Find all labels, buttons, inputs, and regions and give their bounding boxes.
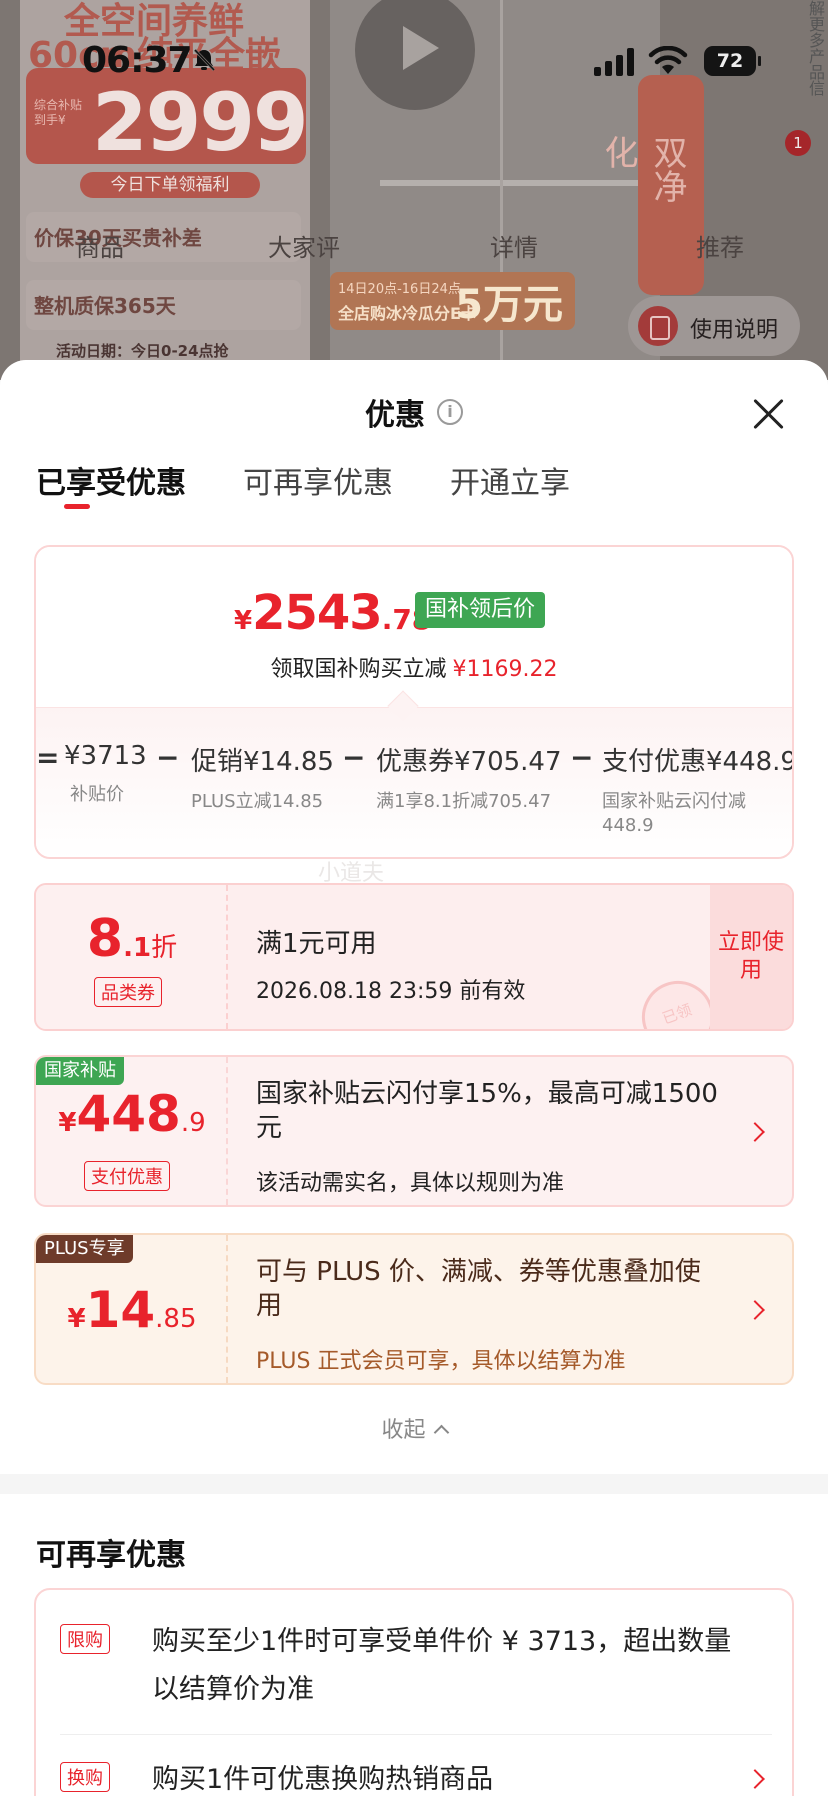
discount-dec: .1 xyxy=(123,933,152,963)
chevron-right-icon xyxy=(745,1300,765,1320)
collapse-label: 收起 xyxy=(381,1418,426,1443)
trade-in-text: 购买1件可优惠换购热销商品 xyxy=(152,1764,494,1795)
payment-discount-card[interactable]: 国家补贴 ¥448.9 支付优惠 国家补贴云闪付享15%，最高可减1500元 该… xyxy=(34,1055,794,1207)
final-price-int: 2543 xyxy=(252,585,383,641)
promo-banner: 14日20点-16日24点 全店购冰冷瓜分E卡 5万元 xyxy=(330,272,575,330)
sheet-title-text: 优惠 xyxy=(365,398,425,433)
final-price: ¥2543.78 xyxy=(234,585,431,641)
status-bar: 06:37 72 xyxy=(0,0,828,120)
product-tab-goods[interactable]: 商品 xyxy=(76,228,124,263)
amount-int: 448 xyxy=(76,1085,181,1143)
formula-item-coupon: 优惠券¥705.47 满1享8.1折减705.47 xyxy=(376,741,562,814)
tab-activate[interactable]: 开通立享 xyxy=(450,458,570,502)
coupon-condition: 满1元可用 xyxy=(256,929,377,959)
amount-int: 14 xyxy=(85,1281,156,1339)
status-time: 06:37 xyxy=(82,40,193,81)
amount-dec: .85 xyxy=(155,1304,197,1334)
formula-minus: − xyxy=(156,741,180,774)
plus-discount-card[interactable]: PLUS专享 ¥14.85 可与 PLUS 价、满减、券等优惠叠加使用 PLUS… xyxy=(34,1233,794,1385)
sheet-title: 优惠 i xyxy=(0,390,828,434)
formula-minus: − xyxy=(342,741,366,774)
coupon-expiry: 2026.08.18 23:59 前有效 xyxy=(256,979,526,1004)
section-divider xyxy=(0,1474,828,1494)
formula-equals: = xyxy=(36,741,60,774)
battery-icon: 72 xyxy=(704,46,761,76)
collapse-button[interactable]: 收起 xyxy=(0,1412,828,1444)
amount-currency: ¥ xyxy=(67,1304,86,1334)
formula-sub: 国家补贴云闪付减 448.9 xyxy=(602,791,746,836)
formula-main: 优惠券¥705.47 xyxy=(376,747,562,777)
chevron-up-icon xyxy=(433,1424,449,1441)
reduce-line: 领取国补购买立减 ¥1169.22 xyxy=(36,651,792,683)
gov-subsidy-tag: 国家补贴 xyxy=(36,1057,124,1085)
formula-main: ¥3713 xyxy=(64,741,147,771)
payment-description: 国家补贴云闪付享15%，最高可减1500元 xyxy=(256,1079,718,1143)
discount-sheet: 优惠 i 已享受优惠 可再享优惠 开通立享 ¥2543.78 国补领后价 领取国补… xyxy=(0,360,828,1796)
limit-purchase-tag: 限购 xyxy=(60,1624,110,1654)
amount-currency: ¥ xyxy=(58,1108,77,1138)
formula-item-promo: 促销¥14.85 PLUS立减14.85 xyxy=(191,741,334,814)
mute-bell-icon xyxy=(193,48,215,72)
formula-sub: PLUS立减14.85 xyxy=(191,791,324,812)
banner-big: 5万元 xyxy=(455,282,563,328)
formula-main: 促销¥14.85 xyxy=(191,747,334,777)
reduce-amount: ¥1169.22 xyxy=(452,657,558,682)
payment-note: 该活动需实名，具体以规则为准 xyxy=(256,1171,565,1196)
close-icon[interactable] xyxy=(752,398,784,430)
product-tabs: 商品 大家评 详情 推荐 xyxy=(0,228,828,268)
plus-amount: ¥14.85 xyxy=(36,1281,228,1339)
tab-enjoyed[interactable]: 已享受优惠 xyxy=(36,458,186,502)
price-formula: = ¥3713 补贴价 − 促销¥14.85 PLUS立减14.85 − 优惠券… xyxy=(36,741,792,851)
formula-item-payment: 支付优惠¥448.9 国家补贴云闪付减 448.9 xyxy=(602,741,792,838)
plus-note: PLUS 正式会员可享，具体以结算为准 xyxy=(256,1349,626,1374)
coupon-discount: 8.1折 xyxy=(36,909,228,969)
payment-amount: ¥448.9 xyxy=(36,1085,228,1143)
formula-minus: − xyxy=(570,741,594,774)
plus-exclusive-tag: PLUS专享 xyxy=(36,1235,133,1263)
plus-description: 可与 PLUS 价、满减、券等优惠叠加使用 xyxy=(256,1257,701,1321)
notification-badge: 1 xyxy=(785,130,811,156)
poster-row2: 整机质保365天 xyxy=(26,280,301,330)
manual-icon xyxy=(638,306,678,346)
trade-in-tag: 换购 xyxy=(60,1762,110,1792)
discount-unit: 折 xyxy=(151,933,178,963)
product-tab-reviews[interactable]: 大家评 xyxy=(268,228,340,263)
amount-dec: .9 xyxy=(180,1108,206,1138)
reduce-text: 领取国补购买立减 xyxy=(270,657,447,682)
product-tab-recommend[interactable]: 推荐 xyxy=(696,228,744,263)
more-discounts-title: 可再享优惠 xyxy=(36,1538,186,1573)
formula-main: 支付优惠¥448.9 xyxy=(602,747,792,777)
limit-purchase-text: 购买至少1件时可享受单件价 ¥ 3713，超出数量以结算价为准 xyxy=(152,1626,732,1705)
product-tab-details[interactable]: 详情 xyxy=(490,228,538,263)
tab-more-available[interactable]: 可再享优惠 xyxy=(243,458,393,502)
use-now-button[interactable]: 立即使用 xyxy=(710,885,792,1029)
discount-int: 8 xyxy=(86,909,124,969)
help-label: 使用说明 xyxy=(690,318,779,343)
banner-line1: 14日20点-16日24点 xyxy=(338,282,461,297)
help-button[interactable]: 使用说明 xyxy=(628,296,800,356)
sheet-header: 优惠 i xyxy=(0,360,828,440)
row-divider xyxy=(60,1734,772,1735)
poster-date: 活动日期：今日0-24点抢 xyxy=(56,342,229,360)
poster-tag: 今日下单领福利 xyxy=(80,172,260,198)
category-coupon-card[interactable]: 8.1折 品类券 满1元可用 2026.08.18 23:59 前有效 已领 立… xyxy=(34,883,794,1031)
final-price-currency: ¥ xyxy=(234,606,253,636)
active-tab-indicator xyxy=(64,504,90,509)
coupon-type-tag: 品类券 xyxy=(94,977,162,1007)
more-discounts-card: 限购 购买至少1件时可享受单件价 ¥ 3713，超出数量以结算价为准 换购 购买… xyxy=(34,1588,794,1796)
info-icon[interactable]: i xyxy=(437,399,463,425)
payment-type-tag: 支付优惠 xyxy=(84,1161,170,1191)
cellular-signal-icon xyxy=(594,48,636,76)
wifi-icon xyxy=(648,46,688,74)
formula-sub: 满1享8.1折减705.47 xyxy=(376,791,552,812)
formula-sub: 补贴价 xyxy=(70,784,124,805)
gov-subsidy-price-badge: 国补领后价 xyxy=(415,592,546,628)
price-summary-card: ¥2543.78 国补领后价 领取国补购买立减 ¥1169.22 = ¥3713 … xyxy=(34,545,794,859)
formula-item-subsidy-price: ¥3713 补贴价 xyxy=(64,741,147,807)
chevron-right-icon xyxy=(745,1122,765,1142)
